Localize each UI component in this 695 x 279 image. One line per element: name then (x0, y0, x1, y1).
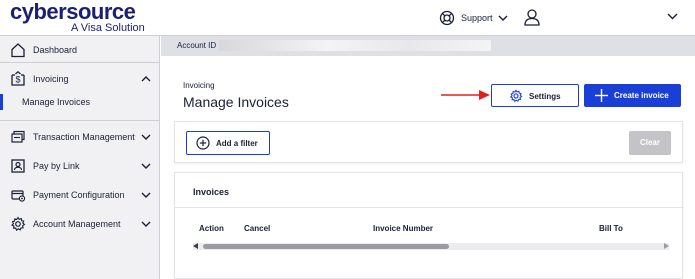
pay-by-link-icon (11, 159, 25, 173)
plus-icon (595, 89, 608, 102)
column-header-action[interactable]: Action (199, 224, 224, 233)
scroll-left-arrow-icon[interactable] (193, 243, 198, 249)
sidebar-item-dashboard[interactable]: Dashboard (0, 37, 160, 63)
home-icon (11, 43, 25, 58)
chevron-down-icon (141, 192, 151, 198)
add-filter-button[interactable]: Add a filter (186, 131, 270, 155)
settings-button[interactable]: Settings (491, 84, 579, 107)
invoices-title: Invoices (193, 187, 230, 197)
clear-button[interactable]: Clear (629, 131, 671, 155)
invoice-icon: $ (11, 71, 25, 86)
divider (0, 120, 160, 121)
active-indicator (0, 94, 3, 110)
breadcrumb[interactable]: Invoicing (183, 81, 215, 90)
filter-panel: Add a filter Clear (174, 121, 683, 163)
sidebar-item-payment-configuration[interactable]: Payment Configuration (0, 182, 160, 208)
sidebar: Dashboard $ Invoicing Manage Invoices Tr… (0, 36, 160, 279)
account-id-label: Account ID (177, 41, 217, 50)
chevron-up-icon (141, 76, 151, 82)
brand-logo[interactable]: cybersource A Visa Solution (10, 0, 160, 34)
column-header-bill-to[interactable]: Bill To (599, 224, 623, 233)
account-id-value-redacted (219, 40, 491, 51)
brand-tagline: A Visa Solution (71, 22, 145, 34)
settings-label: Settings (529, 92, 561, 101)
sidebar-item-label: Payment Configuration (33, 190, 125, 200)
annotation-arrow-icon (441, 90, 490, 100)
gear-icon (11, 216, 26, 231)
divider (175, 207, 684, 208)
sidebar-item-transaction-management[interactable]: Transaction Management (0, 124, 160, 150)
chevron-down-icon (141, 221, 151, 227)
support-menu[interactable]: Support (439, 9, 508, 27)
invoices-panel: Invoices Action Cancel Invoice Number Bi… (174, 172, 684, 279)
account-bar: Account ID (161, 36, 695, 56)
gear-icon (509, 89, 523, 103)
sidebar-item-label: Dashboard (33, 45, 78, 55)
user-icon[interactable] (524, 9, 540, 26)
sidebar-item-invoicing[interactable]: $ Invoicing (0, 66, 160, 92)
scrollbar-thumb[interactable] (203, 244, 449, 249)
create-invoice-button[interactable]: Create invoice (584, 84, 681, 107)
support-label: Support (461, 13, 493, 23)
scroll-right-arrow-icon[interactable] (664, 243, 669, 249)
horizontal-scrollbar[interactable] (193, 243, 669, 250)
sidebar-item-label: Manage Invoices (22, 97, 91, 107)
top-bar: cybersource A Visa Solution Support (0, 0, 695, 36)
column-header-invoice-number[interactable]: Invoice Number (373, 224, 433, 233)
chevron-down-icon (498, 15, 508, 21)
chevron-down-icon (141, 134, 151, 140)
svg-text:$: $ (15, 75, 20, 85)
transactions-icon (11, 130, 25, 143)
create-invoice-label: Create invoice (614, 91, 669, 100)
sidebar-item-label: Transaction Management (33, 132, 135, 142)
column-header-cancel[interactable]: Cancel (244, 224, 270, 233)
sidebar-item-label: Pay by Link (33, 161, 80, 171)
plus-circle-icon (196, 136, 210, 150)
sidebar-item-label: Account Management (33, 219, 121, 229)
payment-config-icon (11, 190, 26, 202)
sidebar-item-account-management[interactable]: Account Management (0, 211, 160, 237)
sidebar-item-manage-invoices[interactable]: Manage Invoices (0, 92, 160, 112)
sidebar-item-pay-by-link[interactable]: Pay by Link (0, 153, 160, 179)
chevron-down-icon[interactable] (667, 12, 678, 20)
add-filter-label: Add a filter (216, 139, 258, 148)
sidebar-item-label: Invoicing (33, 74, 69, 84)
lifebuoy-icon (439, 10, 455, 26)
page-title: Manage Invoices (183, 94, 289, 110)
chevron-down-icon (141, 163, 151, 169)
